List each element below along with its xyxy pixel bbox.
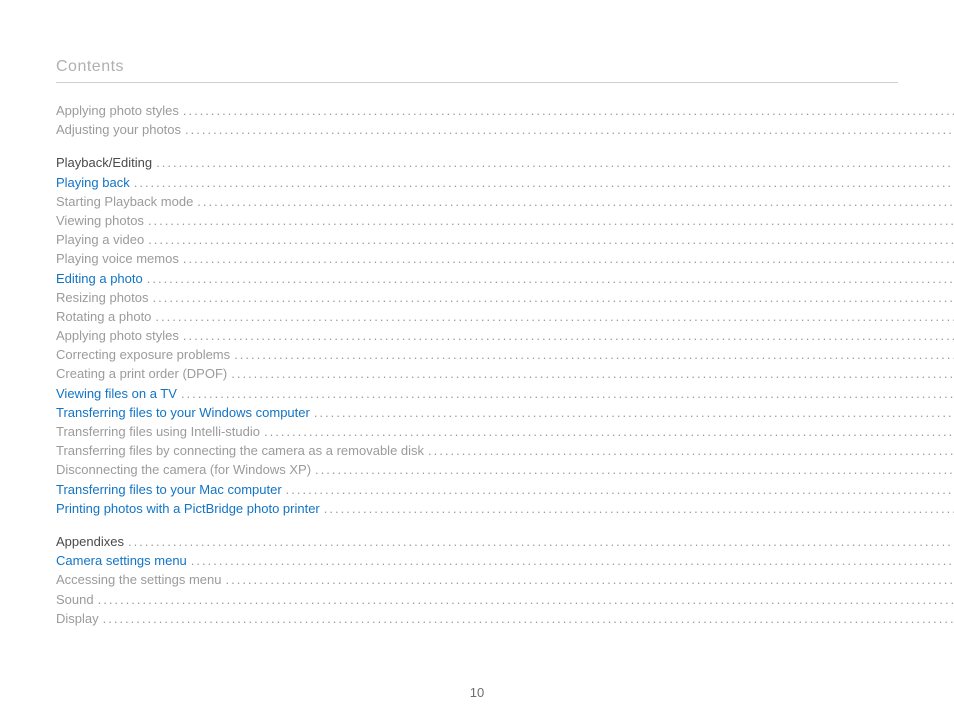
toc-entry-label: Creating a print order (DPOF) (56, 367, 227, 380)
toc-dot-leader (183, 329, 954, 342)
toc-entry-label: Correcting exposure problems (56, 348, 230, 361)
toc-entry[interactable]: Transferring files to your Mac computer7… (56, 483, 954, 496)
toc-entry: Creating a print order (DPOF)65 (56, 367, 954, 380)
toc-dot-leader (134, 176, 954, 189)
toc-dot-leader (225, 573, 954, 586)
toc-entry[interactable]: Transferring files to your Windows compu… (56, 406, 954, 419)
toc-entry-label: Resizing photos (56, 291, 149, 304)
toc-entry: Transferring files by connecting the cam… (56, 444, 954, 457)
toc-dot-leader (314, 406, 954, 419)
page-number: 10 (0, 685, 954, 700)
toc-entry-label: Playing voice memos (56, 252, 179, 265)
toc-entry: Resizing photos62 (56, 291, 954, 304)
toc-dot-leader (181, 387, 954, 400)
toc-spacer (56, 521, 954, 535)
toc-entry-label: Playback/Editing (56, 156, 152, 169)
toc-dot-leader (156, 156, 954, 169)
toc-spacer (56, 142, 954, 156)
section-title: Contents (56, 58, 898, 83)
toc-dot-leader (153, 291, 954, 304)
toc-dot-leader (231, 367, 954, 380)
toc-dot-leader (191, 554, 954, 567)
toc-entry[interactable]: Playback/Editing53 (56, 156, 954, 169)
toc-entry: Adjusting your photos52 (56, 123, 954, 136)
toc-entry: Disconnecting the camera (for Windows XP… (56, 463, 954, 476)
toc-dot-leader (197, 195, 954, 208)
toc-entry-label: Transferring files to your Windows compu… (56, 406, 310, 419)
toc-entry-label: Printing photos with a PictBridge photo … (56, 502, 320, 515)
toc-entry-label: Transferring files to your Mac computer (56, 483, 282, 496)
toc-dot-leader (183, 252, 954, 265)
toc-entry-label: Viewing files on a TV (56, 387, 177, 400)
toc-entry: Starting Playback mode54 (56, 195, 954, 208)
toc-entry: Applying photo styles51 (56, 104, 954, 117)
toc-entry-label: Sound (56, 593, 94, 606)
toc-columns: Applying photo styles51Adjusting your ph… (56, 104, 898, 680)
toc-dot-leader (148, 214, 954, 227)
toc-entry: Sound77 (56, 593, 954, 606)
toc-entry-label: Camera settings menu (56, 554, 187, 567)
toc-entry-label: Display (56, 612, 99, 625)
toc-entry-label: Disconnecting the camera (for Windows XP… (56, 463, 311, 476)
toc-dot-leader (183, 104, 954, 117)
toc-entry: Applying photo styles63 (56, 329, 954, 342)
toc-entry[interactable]: Camera settings menu76 (56, 554, 954, 567)
toc-entry-label: Playing back (56, 176, 130, 189)
toc-dot-leader (147, 272, 954, 285)
toc-entry: Rotating a photo62 (56, 310, 954, 323)
toc-entry-label: Applying photo styles (56, 104, 179, 117)
toc-column-left: Applying photo styles51 Adjusting your ph… (56, 104, 954, 680)
toc-entry: Accessing the settings menu76 (56, 573, 954, 586)
toc-dot-leader (155, 310, 954, 323)
toc-dot-leader (234, 348, 954, 361)
toc-entry-label: Appendixes (56, 535, 124, 548)
toc-dot-leader (286, 483, 954, 496)
toc-entry: Correcting exposure problems64 (56, 348, 954, 361)
toc-dot-leader (264, 425, 954, 438)
toc-dot-leader (148, 233, 954, 246)
toc-entry-label: Playing a video (56, 233, 144, 246)
toc-entry-label: Transferring files by connecting the cam… (56, 444, 424, 457)
toc-entry-label: Transferring files using Intelli-studio (56, 425, 260, 438)
toc-entry-label: Adjusting your photos (56, 123, 181, 136)
toc-entry: Transferring files using Intelli-studio6… (56, 425, 954, 438)
toc-entry: Playing voice memos60 (56, 252, 954, 265)
toc-entry-label: Editing a photo (56, 272, 143, 285)
toc-entry[interactable]: Playing back54 (56, 176, 954, 189)
toc-entry-label: Starting Playback mode (56, 195, 193, 208)
toc-entry: Viewing photos58 (56, 214, 954, 227)
toc-dot-leader (324, 502, 954, 515)
toc-entry-label: Rotating a photo (56, 310, 151, 323)
toc-entry[interactable]: Editing a photo62 (56, 272, 954, 285)
contents-page: Contents Applying photo styles51 Adjustin… (0, 0, 954, 720)
toc-entry-label: Viewing photos (56, 214, 144, 227)
toc-entry-label: Applying photo styles (56, 329, 179, 342)
toc-entry: Playing a video59 (56, 233, 954, 246)
toc-entry: Display77 (56, 612, 954, 625)
toc-entry[interactable]: Printing photos with a PictBridge photo … (56, 502, 954, 515)
toc-entry[interactable]: Appendixes75 (56, 535, 954, 548)
toc-entry[interactable]: Viewing files on a TV66 (56, 387, 954, 400)
toc-dot-leader (98, 593, 954, 606)
toc-dot-leader (103, 612, 954, 625)
toc-entry-label: Accessing the settings menu (56, 573, 221, 586)
toc-dot-leader (128, 535, 954, 548)
toc-dot-leader (185, 123, 954, 136)
toc-dot-leader (315, 463, 954, 476)
toc-dot-leader (428, 444, 954, 457)
